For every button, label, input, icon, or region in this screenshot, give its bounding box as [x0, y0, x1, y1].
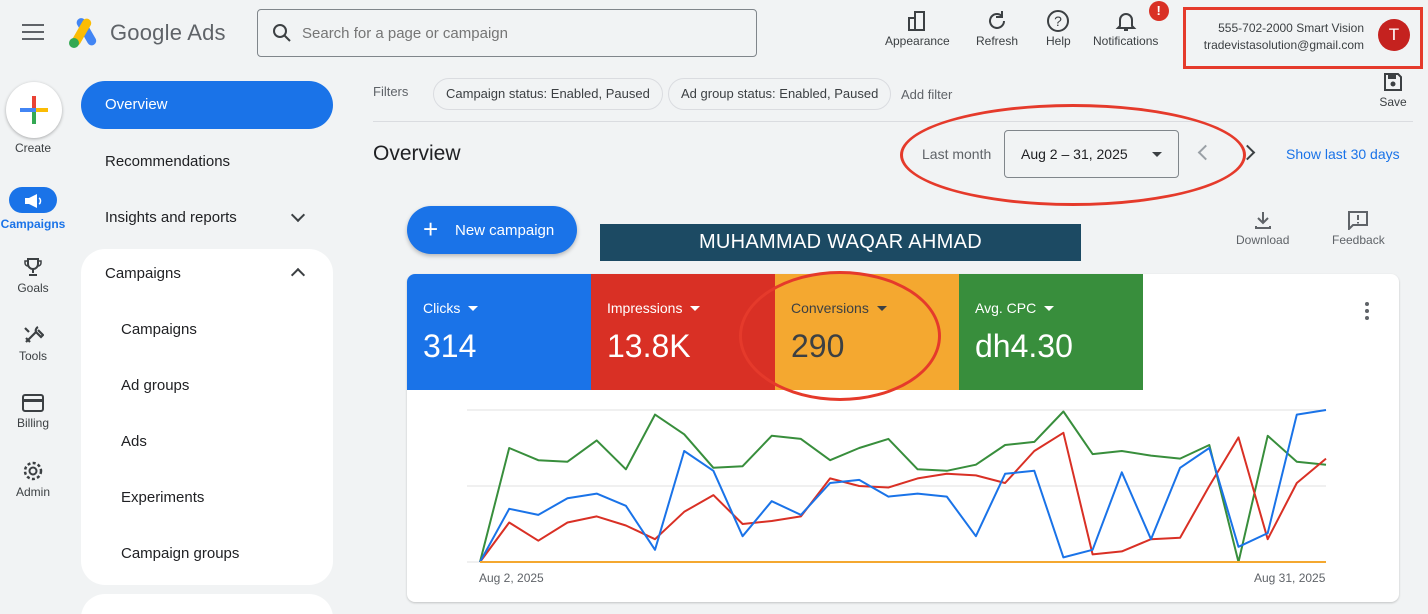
sidebar-item-campaigns-section[interactable]: Campaigns: [105, 265, 181, 282]
account-info: 555-702-2000 Smart Vision tradevistasolu…: [1204, 20, 1364, 54]
appearance-icon: [906, 8, 928, 34]
show-last-30-days-link[interactable]: Show last 30 days: [1286, 146, 1400, 162]
metric-tile-clicks[interactable]: Clicks 314: [407, 274, 591, 390]
sidebar-item-insights[interactable]: Insights and reports: [105, 209, 237, 226]
filter-chip-ad-group-status[interactable]: Ad group status: Enabled, Paused: [668, 78, 892, 110]
sidebar-item-recommendations[interactable]: Recommendations: [105, 153, 230, 170]
plus-icon: +: [423, 214, 439, 244]
gear-icon: [23, 461, 43, 481]
account-email: tradevistasolution@gmail.com: [1203, 38, 1364, 52]
rail-billing[interactable]: Billing: [0, 393, 66, 430]
search-icon: [273, 24, 291, 42]
notification-badge: !: [1148, 1, 1169, 21]
metric-name-impressions: Impressions: [607, 300, 683, 316]
search-box[interactable]: [257, 9, 757, 57]
menu-icon[interactable]: [22, 24, 44, 42]
sidebar-sub-campaign-groups[interactable]: Campaign groups: [121, 545, 239, 562]
new-campaign-button[interactable]: + New campaign: [407, 206, 577, 254]
sidebar-sub-ad-groups[interactable]: Ad groups: [121, 377, 189, 394]
refresh-button[interactable]: Refresh: [976, 8, 1018, 48]
sidebar-sub-ads[interactable]: Ads: [121, 433, 147, 450]
caret-down-icon: [690, 305, 701, 311]
account-name: 555-702-2000 Smart Vision: [1218, 21, 1364, 35]
megaphone-icon: [9, 187, 57, 213]
rail-admin[interactable]: Admin: [0, 460, 66, 499]
rail-tools-label: Tools: [18, 349, 47, 363]
add-filter-button[interactable]: Add filter: [901, 87, 952, 102]
sidebar-campaigns-group: [81, 249, 333, 585]
chevron-down-icon[interactable]: [290, 207, 306, 223]
rail-admin-label: Admin: [15, 485, 50, 499]
filter-chip-campaign-status[interactable]: Campaign status: Enabled, Paused: [433, 78, 663, 110]
notifications-label: Notifications: [1093, 34, 1159, 48]
save-icon: [1384, 73, 1402, 91]
notifications-button[interactable]: ! Notifications: [1093, 1, 1169, 48]
svg-text:?: ?: [1054, 13, 1062, 29]
name-banner: MUHAMMAD WAQAR AHMAD: [600, 224, 1081, 261]
help-icon: ?: [1046, 8, 1070, 34]
google-ads-logo[interactable]: Google Ads: [68, 18, 226, 48]
credit-card-icon: [22, 394, 44, 412]
metric-name-clicks: Clicks: [423, 300, 461, 316]
sidebar-sub-experiments[interactable]: Experiments: [121, 489, 204, 506]
bell-icon: !: [1115, 1, 1169, 34]
rail-tools[interactable]: Tools: [0, 324, 66, 363]
performance-line-chart: [467, 409, 1327, 563]
sidebar-item-overview[interactable]: Overview: [81, 81, 333, 129]
top-bar: Google Ads Appearance Refresh ? Help ! N…: [0, 0, 1428, 69]
caret-down-icon: [1044, 305, 1055, 311]
annotation-ellipse-date: [900, 104, 1246, 206]
x-axis-end-label: Aug 31, 2025: [1254, 571, 1326, 585]
download-icon: [1254, 212, 1271, 229]
save-button[interactable]: Save: [1378, 72, 1408, 109]
rail-campaigns-label: Campaigns: [0, 217, 66, 231]
metric-value-avg-cpc: dh4.30: [975, 328, 1073, 364]
rail-campaigns[interactable]: Campaigns: [0, 187, 66, 231]
rail-goals[interactable]: Goals: [0, 256, 66, 295]
app-name: Google Ads: [110, 20, 226, 45]
new-campaign-label: New campaign: [455, 222, 555, 239]
search-input[interactable]: [302, 24, 722, 42]
appearance-label: Appearance: [885, 34, 950, 48]
create-button[interactable]: [6, 82, 62, 138]
metric-name-avg-cpc: Avg. CPC: [975, 300, 1037, 316]
download-label: Download: [1236, 233, 1290, 247]
annotation-ellipse-conversions: [739, 271, 941, 401]
appearance-button[interactable]: Appearance: [885, 8, 950, 48]
plus-icon: [20, 96, 48, 124]
rail-goals-label: Goals: [17, 281, 49, 295]
series-line-avg-cpc: [479, 410, 1327, 563]
feedback-icon: [1348, 211, 1369, 232]
ads-logo-icon: [69, 18, 97, 48]
feedback-label: Feedback: [1332, 233, 1385, 247]
tools-icon: [24, 326, 45, 343]
trophy-icon: [24, 258, 42, 276]
feedback-button[interactable]: Feedback: [1332, 210, 1385, 247]
save-label: Save: [1379, 95, 1407, 109]
rail-billing-label: Billing: [16, 416, 49, 430]
sidebar-next-group: [81, 594, 333, 614]
sidebar-sub-campaigns[interactable]: Campaigns: [121, 321, 197, 338]
more-options-icon[interactable]: [1365, 302, 1369, 323]
x-axis-start-label: Aug 2, 2025: [479, 571, 544, 585]
caret-down-icon: [468, 305, 479, 311]
refresh-icon: [986, 8, 1008, 34]
avatar[interactable]: T: [1378, 19, 1410, 51]
account-switcher[interactable]: 555-702-2000 Smart Vision tradevistasolu…: [1183, 7, 1423, 69]
filters-divider: [373, 121, 1413, 122]
refresh-label: Refresh: [976, 34, 1019, 48]
create-label: Create: [14, 141, 52, 155]
metric-tile-avg-cpc[interactable]: Avg. CPC dh4.30: [959, 274, 1143, 390]
page-title: Overview: [373, 142, 461, 165]
filters-label: Filters: [373, 84, 409, 99]
metric-value-clicks: 314: [423, 328, 477, 364]
help-button[interactable]: ? Help: [1046, 8, 1071, 48]
help-label: Help: [1046, 34, 1071, 48]
download-button[interactable]: Download: [1236, 210, 1289, 247]
